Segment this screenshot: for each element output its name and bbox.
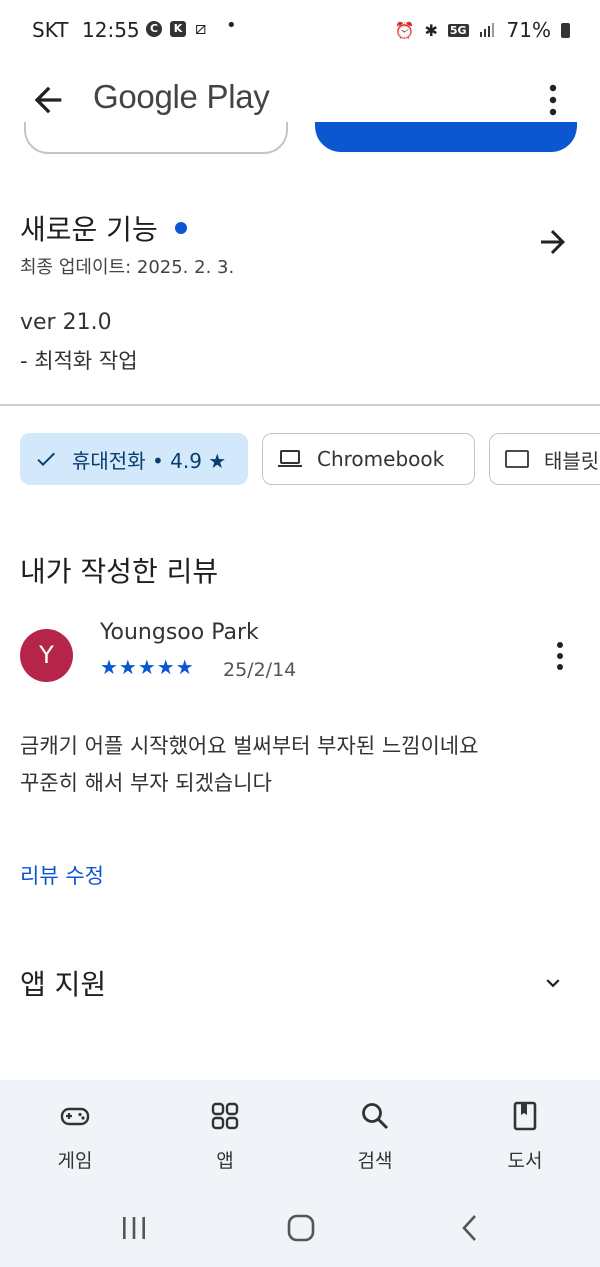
- chip-tablet[interactable]: 태블릿: [489, 433, 600, 485]
- signal-icon: [479, 18, 497, 42]
- book-icon: [509, 1100, 541, 1132]
- check-icon: [34, 447, 58, 471]
- c-app-icon: C: [146, 21, 162, 37]
- review-author: Youngsoo Park: [100, 620, 259, 645]
- apps-grid-icon: [209, 1100, 241, 1132]
- arrow-back-icon[interactable]: [28, 80, 68, 120]
- bluetooth-icon: ✱: [424, 20, 438, 40]
- bottom-navigation: 게임 앱 검색 도서: [0, 1080, 600, 1190]
- clock: 12:55: [82, 18, 140, 42]
- version-text: ver 21.0: [20, 310, 112, 335]
- new-indicator-dot: [175, 222, 187, 234]
- edit-review-link[interactable]: 리뷰 수정: [20, 860, 104, 890]
- home-icon[interactable]: [286, 1214, 316, 1246]
- more-vert-icon[interactable]: [545, 640, 575, 672]
- review-date: 25/2/14: [223, 659, 297, 681]
- nav-item-books[interactable]: 도서: [470, 1080, 580, 1190]
- recent-apps-icon[interactable]: [120, 1215, 148, 1245]
- avatar: Y: [20, 629, 73, 682]
- nav-label: 앱: [216, 1150, 234, 1172]
- review-body-line: 꾸준히 해서 부자 되겠습니다: [20, 771, 272, 795]
- system-back-icon[interactable]: [460, 1214, 480, 1246]
- tag-icon: ⧄: [195, 18, 207, 39]
- chip-label: Chromebook: [317, 447, 445, 471]
- status-right: ⏰ ✱ 5G 71%: [395, 18, 570, 42]
- my-review-heading: 내가 작성한 리뷰: [20, 555, 219, 588]
- star-rating: ★★★★★: [100, 655, 195, 679]
- notification-dot-icon: •: [226, 15, 237, 36]
- page-title: Google Play: [93, 78, 270, 115]
- app-support-title[interactable]: 앱 지원: [20, 963, 106, 1003]
- nav-label: 도서: [507, 1150, 543, 1172]
- gamepad-icon: [59, 1100, 91, 1132]
- chip-label: 휴대전화 • 4.9 ★: [72, 448, 227, 473]
- nav-item-apps[interactable]: 앱: [170, 1080, 280, 1190]
- network-type-badge: 5G: [447, 23, 469, 37]
- battery-percent: 71%: [506, 18, 551, 42]
- k-app-icon: K: [170, 21, 186, 37]
- chip-phone[interactable]: 휴대전화 • 4.9 ★: [20, 433, 248, 485]
- system-navigation-bar: [0, 1190, 600, 1267]
- outlined-button-partial[interactable]: [24, 122, 288, 154]
- filled-button-partial[interactable]: [315, 122, 577, 152]
- review-body-line: 금캐기 어플 시작했어요 벌써부터 부자된 느낌이네요: [20, 734, 479, 758]
- release-note-text: - 최적화 작업: [20, 349, 138, 373]
- more-vert-icon[interactable]: [540, 78, 566, 122]
- nav-item-search[interactable]: 검색: [320, 1080, 430, 1190]
- search-icon: [359, 1100, 391, 1132]
- last-updated-text: 최종 업데이트: 2025. 2. 3.: [20, 257, 235, 278]
- carrier-label: SKT: [32, 18, 69, 42]
- chevron-down-icon[interactable]: [540, 970, 566, 996]
- alarm-icon: ⏰: [394, 20, 415, 40]
- chip-chromebook[interactable]: Chromebook: [262, 433, 475, 485]
- laptop-icon: [277, 448, 303, 470]
- nav-label: 게임: [57, 1150, 93, 1172]
- whats-new-title: 새로운 기능: [20, 213, 158, 246]
- nav-label: 검색: [357, 1150, 393, 1172]
- status-bar: SKT 12:55 C K ⧄ • ⏰ ✱ 5G 71%: [0, 0, 600, 60]
- review-body: 금캐기 어플 시작했어요 벌써부터 부자된 느낌이네요 꾸준히 해서 부자 되겠…: [20, 728, 580, 802]
- nav-item-games[interactable]: 게임: [20, 1080, 130, 1190]
- section-divider: [0, 404, 600, 406]
- battery-icon: [561, 22, 570, 38]
- chip-label: 태블릿: [544, 448, 600, 473]
- arrow-forward-icon[interactable]: [535, 224, 571, 260]
- tablet-icon: [504, 448, 530, 470]
